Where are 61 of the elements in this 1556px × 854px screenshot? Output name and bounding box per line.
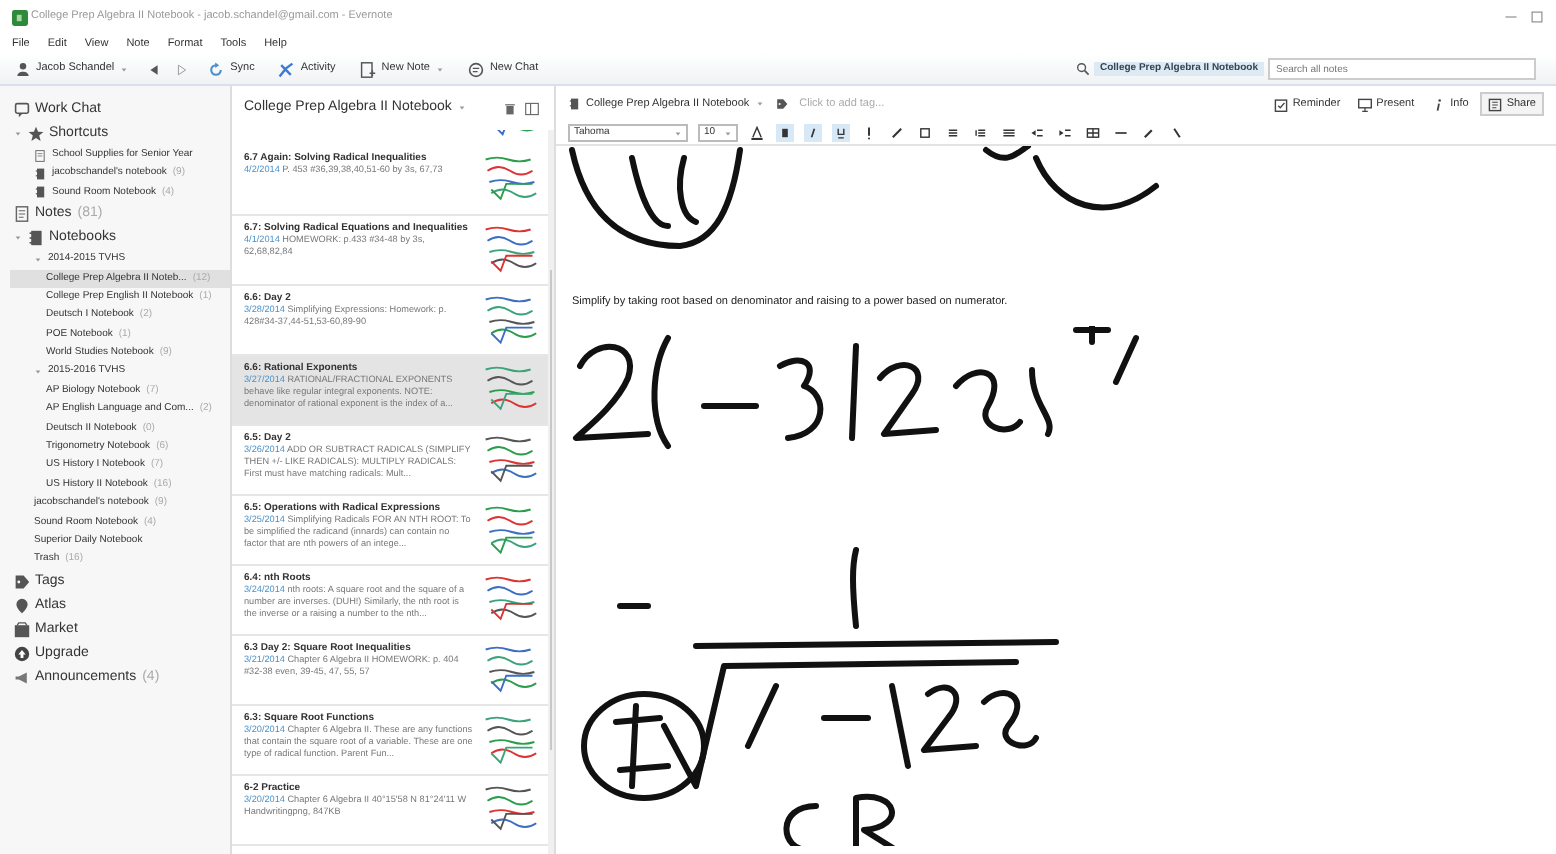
underline-icon (834, 126, 848, 140)
format-button[interactable] (1140, 124, 1158, 142)
sync-icon (208, 61, 225, 77)
delete-icon[interactable] (504, 101, 516, 115)
tag-icon (13, 573, 29, 590)
notebook-icon (568, 98, 580, 110)
person-icon (16, 62, 30, 76)
format-button[interactable] (888, 124, 906, 142)
format-button[interactable] (1056, 124, 1074, 142)
pin-icon (13, 597, 29, 614)
chat-icon (13, 102, 29, 118)
upgrade-icon (13, 645, 29, 662)
format-button[interactable] (1168, 124, 1186, 142)
format-button[interactable] (972, 124, 990, 142)
star-icon (27, 126, 43, 142)
info-icon (1432, 97, 1447, 111)
evernote-logo-icon (12, 9, 28, 25)
tag-icon (775, 98, 788, 110)
notebook-icon (34, 168, 46, 181)
format-button[interactable] (748, 124, 766, 142)
megaphone-icon (13, 669, 29, 686)
search-icon (1076, 62, 1090, 76)
notes-icon (13, 206, 29, 223)
new-note-icon (359, 61, 376, 77)
format-button[interactable] (776, 124, 794, 142)
scrollbar[interactable] (547, 130, 554, 854)
note-icon (34, 149, 46, 162)
caret-icon (674, 129, 682, 137)
present-icon (1358, 97, 1373, 111)
activity-icon (278, 61, 295, 77)
caret-icon (724, 129, 732, 137)
format-button[interactable] (804, 124, 822, 142)
back-icon[interactable] (148, 63, 161, 75)
italic-icon (806, 126, 820, 140)
numbered-list-icon (974, 126, 988, 140)
clear-format-icon (1170, 126, 1184, 140)
horizontal-rule-icon (1114, 126, 1128, 140)
format-button[interactable] (832, 124, 850, 142)
align-icon (1002, 126, 1016, 140)
view-options-icon[interactable] (522, 101, 542, 115)
market-icon (13, 621, 29, 638)
notebook-icon (34, 186, 46, 199)
format-button[interactable] (1028, 124, 1046, 142)
format-button[interactable] (944, 124, 962, 142)
highlight-icon (862, 126, 876, 140)
share-icon (1488, 97, 1503, 111)
bullet-list-icon (946, 126, 960, 140)
format-button[interactable] (916, 124, 934, 142)
text-color-icon (750, 126, 764, 140)
bold-icon (778, 126, 792, 140)
notebooks-icon (27, 230, 43, 247)
format-button[interactable] (1000, 124, 1018, 142)
reminder-icon (1274, 97, 1289, 111)
pen-icon (890, 126, 904, 140)
new-chat-icon (467, 61, 484, 77)
format-button[interactable] (1084, 124, 1102, 142)
indent-icon (1058, 126, 1072, 140)
outdent-icon (1030, 126, 1044, 140)
table-icon (1086, 126, 1100, 140)
checkbox-icon (918, 126, 932, 140)
pencil-icon (1142, 126, 1156, 140)
